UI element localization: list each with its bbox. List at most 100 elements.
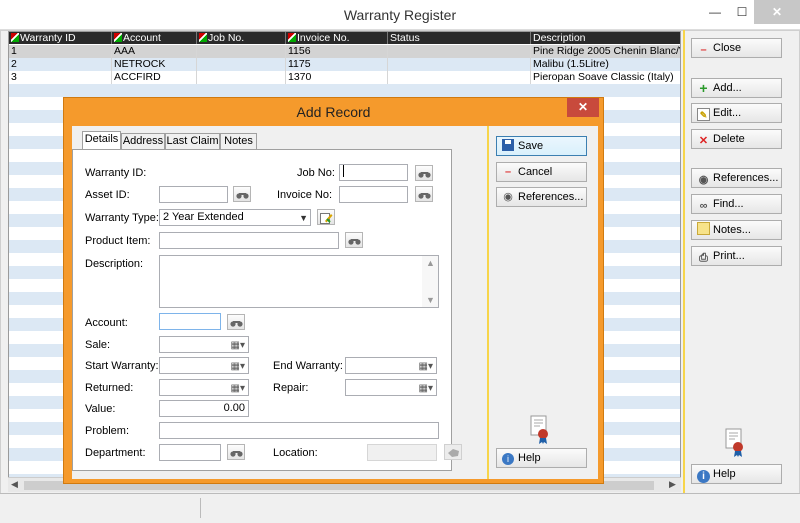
sale-date-picker[interactable]: ▦▾ (159, 336, 249, 353)
delete-x-icon: ✕ (698, 135, 709, 147)
returned-date-picker[interactable]: ▦▾ (159, 379, 249, 396)
cell-warranty-id: 2 (9, 58, 112, 71)
tab-address[interactable]: Address (121, 133, 165, 150)
printer-icon: ⎙ (699, 252, 708, 264)
print-button[interactable]: ⎙ Print... (691, 246, 782, 266)
grid-header: Warranty ID Account Job No. Invoice No. … (9, 32, 680, 44)
sort-icon (199, 33, 207, 42)
cell-account: NETROCK (112, 58, 197, 71)
save-button[interactable]: Save (496, 136, 587, 156)
department-lookup-button[interactable] (227, 444, 245, 460)
calendar-dropdown-icon[interactable]: ▦▾ (231, 359, 245, 373)
dialog-close-button[interactable]: ✕ (567, 98, 599, 117)
account-label: Account: (85, 317, 128, 329)
repair-label: Repair: (273, 382, 309, 394)
sort-icon (114, 33, 122, 42)
table-row[interactable]: 3 ACCFIRD 1370 Pieropan Soave Classic (I… (9, 71, 680, 84)
scroll-down-icon[interactable]: ▼ (426, 295, 435, 305)
table-row[interactable]: 2 NETROCK 1175 Malibu (1.5Litre) (9, 58, 680, 71)
dialog-help-button[interactable]: i Help (496, 448, 587, 468)
product-item-lookup-button[interactable] (345, 232, 363, 248)
value-input[interactable]: 0.00 (159, 400, 249, 417)
warranty-type-label: Warranty Type: (85, 212, 159, 224)
binoculars-icon (348, 239, 361, 245)
maximize-button[interactable]: ☐ (730, 0, 754, 24)
table-row[interactable]: 1 AAA 1156 Pine Ridge 2005 Chenin Blanc/… (9, 45, 681, 58)
start-warranty-date-picker[interactable]: ▦▾ (159, 357, 249, 374)
add-button[interactable]: + Add... (691, 78, 782, 98)
chevron-down-icon: ▼ (299, 213, 308, 223)
cell-status (388, 71, 531, 84)
cancel-button[interactable]: – Cancel (496, 162, 587, 182)
calendar-dropdown-icon[interactable]: ▦▾ (231, 381, 245, 395)
scroll-left-icon[interactable]: ◀ (11, 479, 18, 490)
location-input (367, 444, 437, 461)
account-lookup-button[interactable] (227, 314, 245, 330)
asset-id-lookup-button[interactable] (233, 186, 251, 202)
minimize-button[interactable]: — (700, 0, 730, 24)
certificate-seal-icon (530, 415, 548, 444)
column-header-account[interactable]: Account (112, 32, 197, 44)
binoculars-icon (418, 172, 431, 178)
description-textarea[interactable]: ▲ ▼ (159, 255, 439, 308)
tab-details[interactable]: Details (82, 131, 121, 150)
asset-id-input[interactable] (159, 186, 228, 203)
calendar-dropdown-icon[interactable]: ▦▾ (419, 359, 433, 373)
invoice-no-input[interactable] (339, 186, 408, 203)
binoculars-icon: ∞ (699, 200, 708, 212)
sale-label: Sale: (85, 339, 111, 351)
location-label: Location: (273, 447, 318, 459)
invoice-no-lookup-button[interactable] (415, 186, 433, 202)
find-button[interactable]: ∞ Find... (691, 194, 782, 214)
notes-button[interactable]: Notes... (691, 220, 782, 240)
window-close-button[interactable]: ✕ (754, 0, 800, 24)
job-no-lookup-button[interactable] (415, 165, 433, 181)
references-button[interactable]: ◉ References... (691, 168, 782, 188)
column-header-job-no[interactable]: Job No. (197, 32, 286, 44)
warranty-type-edit-button[interactable] (317, 209, 335, 225)
status-separator (200, 498, 201, 518)
tab-notes[interactable]: Notes (220, 133, 257, 150)
empty-row (9, 84, 680, 97)
scroll-right-icon[interactable]: ▶ (669, 479, 676, 490)
delete-button[interactable]: ✕ Delete (691, 129, 782, 149)
warranty-type-select[interactable]: 2 Year Extended ▼ (159, 209, 311, 226)
calendar-dropdown-icon[interactable]: ▦▾ (419, 381, 433, 395)
dialog-title: Add Record (296, 104, 371, 120)
cell-job-no (197, 71, 286, 84)
job-no-label: Job No: (297, 167, 335, 179)
department-input[interactable] (159, 444, 221, 461)
dialog-references-button[interactable]: ◉ References... (496, 187, 587, 207)
cell-description: Pieropan Soave Classic (Italy) (531, 71, 680, 84)
cell-job-no (197, 45, 286, 58)
problem-input[interactable] (159, 422, 439, 439)
job-no-input[interactable] (339, 164, 408, 181)
help-button[interactable]: i Help (691, 464, 782, 484)
value-label: Value: (85, 403, 116, 415)
binoculars-icon (230, 321, 243, 327)
tab-last-claim[interactable]: Last Claim (165, 133, 220, 150)
binoculars-icon (230, 451, 243, 457)
cell-description: Pine Ridge 2005 Chenin Blanc/Vi (533, 45, 681, 57)
start-warranty-label: Start Warranty: (85, 360, 159, 372)
scroll-up-icon[interactable]: ▲ (426, 258, 435, 268)
end-warranty-date-picker[interactable]: ▦▾ (345, 357, 437, 374)
lookup-disabled-icon (448, 449, 459, 457)
calendar-dropdown-icon[interactable]: ▦▾ (231, 338, 245, 352)
cell-account: AAA (112, 45, 197, 58)
column-header-status[interactable]: Status (388, 32, 531, 44)
account-input[interactable] (159, 313, 221, 330)
edit-icon (320, 213, 333, 224)
repair-date-picker[interactable]: ▦▾ (345, 379, 437, 396)
close-button[interactable]: – Close (691, 38, 782, 58)
eye-icon: ◉ (698, 174, 709, 186)
minus-icon: – (504, 166, 512, 178)
cell-warranty-id: 3 (9, 71, 112, 84)
column-header-invoice-no[interactable]: Invoice No. (286, 32, 388, 44)
column-header-warranty-id[interactable]: Warranty ID (9, 32, 112, 44)
column-header-description[interactable]: Description (531, 32, 680, 44)
description-scrollbar[interactable]: ▲ ▼ (422, 256, 438, 307)
cell-warranty-id: 1 (9, 45, 112, 58)
product-item-input[interactable] (159, 232, 339, 249)
edit-button[interactable]: ✎ Edit... (691, 103, 782, 123)
